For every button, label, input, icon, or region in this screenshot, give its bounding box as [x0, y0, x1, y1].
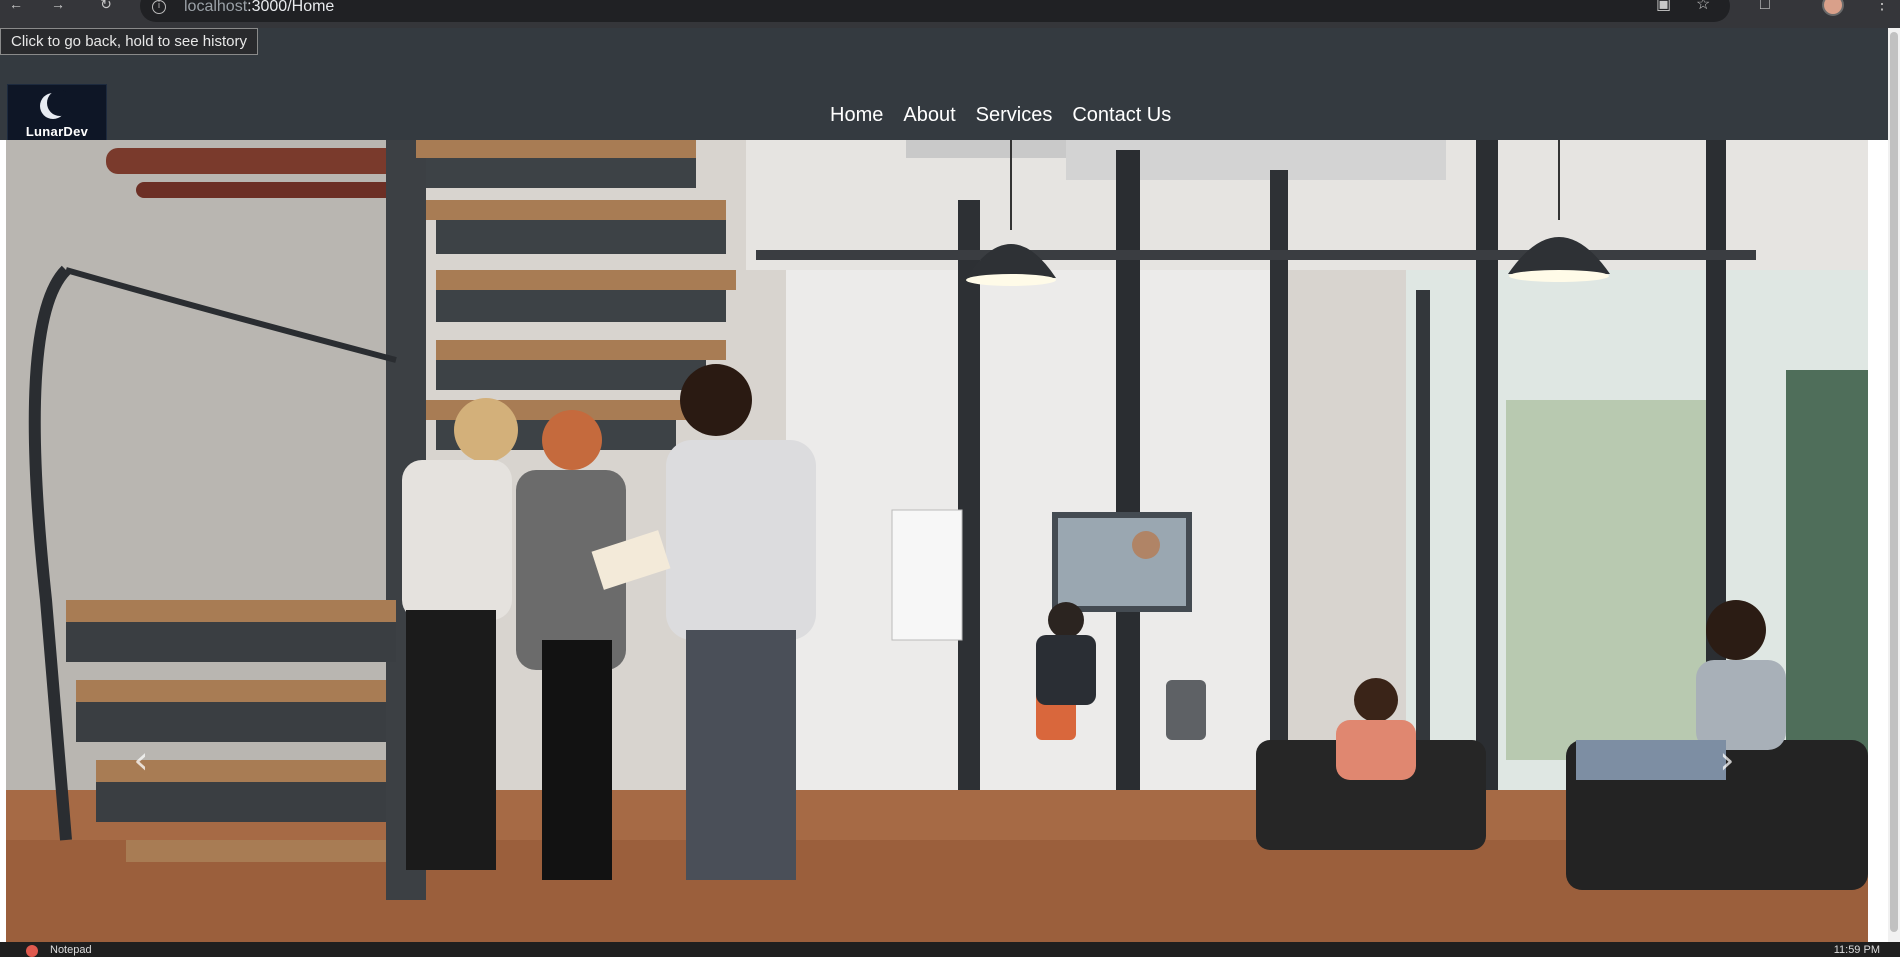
forward-arrow-icon[interactable]: →: [44, 0, 72, 14]
url-host: localhost: [184, 0, 248, 15]
address-url[interactable]: localhost:3000/Home: [184, 0, 334, 15]
taskbar-app-label[interactable]: Notepad: [50, 944, 92, 956]
back-arrow-icon[interactable]: ←: [2, 0, 30, 14]
office-team-photo: [6, 140, 1868, 942]
nav-link-services[interactable]: Services: [976, 102, 1053, 128]
nav-link-about[interactable]: About: [903, 102, 955, 128]
nav-link-contact[interactable]: Contact Us: [1072, 102, 1171, 128]
scrollbar-thumb[interactable]: [1890, 32, 1898, 932]
url-path: :3000/Home: [247, 0, 335, 15]
site-info-icon[interactable]: i: [152, 0, 166, 14]
carousel-next-icon[interactable]: ›: [1712, 740, 1742, 780]
profile-avatar[interactable]: [1822, 0, 1844, 16]
main-nav: Home About Services Contact Us: [830, 102, 1171, 128]
site-navbar: LunarDev Home About Services Contact Us: [0, 28, 1900, 150]
cast-icon[interactable]: ▣: [1656, 0, 1671, 13]
page-scrollbar[interactable]: [1888, 28, 1900, 942]
back-button-tooltip: Click to go back, hold to see history: [0, 28, 258, 55]
os-taskbar: Notepad 11:59 PM: [0, 942, 1900, 957]
address-bar[interactable]: i localhost:3000/Home: [140, 0, 1730, 22]
nav-link-home[interactable]: Home: [830, 102, 883, 128]
browser-toolbar: ← → ↻ i localhost:3000/Home ▣ ☆ □ ⋮: [0, 0, 1900, 28]
taskbar-clock: 11:59 PM: [1833, 944, 1880, 956]
bookmark-star-icon[interactable]: ☆: [1696, 0, 1710, 13]
app-icon[interactable]: [26, 945, 38, 957]
reload-icon[interactable]: ↻: [92, 0, 120, 14]
moon-logo-icon: [40, 90, 73, 119]
logo-text: LunarDev: [25, 124, 89, 139]
extensions-icon[interactable]: □: [1760, 0, 1770, 13]
hero-carousel: ‹ ›: [6, 140, 1868, 942]
carousel-prev-icon[interactable]: ‹: [126, 740, 156, 780]
menu-dots-icon[interactable]: ⋮: [1874, 0, 1890, 13]
